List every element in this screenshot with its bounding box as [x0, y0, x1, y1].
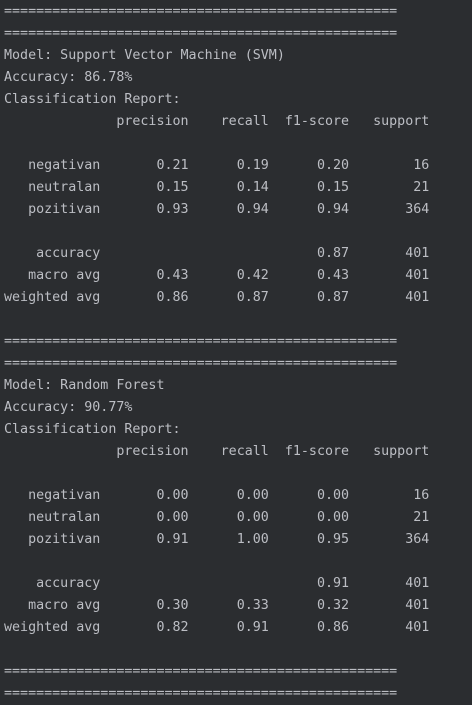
report-title-line: Classification Report:: [4, 92, 181, 107]
report-row-neutralan: neutralan 0.00 0.00 0.00 21: [4, 510, 430, 525]
report-row-pozitivan: pozitivan 0.93 0.94 0.94 364: [4, 202, 430, 217]
separator-line: ========================================…: [4, 26, 398, 41]
console-output-panel: ========================================…: [0, 0, 472, 705]
separator-line: ========================================…: [4, 334, 398, 349]
report-header-line: precision recall f1-score support: [4, 114, 430, 129]
report-row-accuracy: accuracy 0.87 401: [4, 246, 430, 261]
separator-line: ========================================…: [4, 356, 398, 371]
report-row-negativan: negativan 0.21 0.19 0.20 16: [4, 158, 430, 173]
model-name-line: Model: Support Vector Machine (SVM): [4, 48, 285, 63]
report-title-line: Classification Report:: [4, 422, 181, 437]
report-row-negativan: negativan 0.00 0.00 0.00 16: [4, 488, 430, 503]
report-row-accuracy: accuracy 0.91 401: [4, 576, 430, 591]
separator-line: ========================================…: [4, 664, 398, 679]
separator-line: ========================================…: [4, 686, 398, 701]
report-row-macro-avg: macro avg 0.43 0.42 0.43 401: [4, 268, 430, 283]
report-row-macro-avg: macro avg 0.30 0.33 0.32 401: [4, 598, 430, 613]
accuracy-line: Accuracy: 90.77%: [4, 400, 133, 415]
accuracy-line: Accuracy: 86.78%: [4, 70, 133, 85]
model-name-line: Model: Random Forest: [4, 378, 165, 393]
report-row-neutralan: neutralan 0.15 0.14 0.15 21: [4, 180, 430, 195]
console-output-text: ========================================…: [0, 0, 472, 705]
report-row-weighted-avg: weighted avg 0.86 0.87 0.87 401: [4, 290, 430, 305]
report-row-weighted-avg: weighted avg 0.82 0.91 0.86 401: [4, 620, 430, 635]
report-header-line: precision recall f1-score support: [4, 444, 430, 459]
report-row-pozitivan: pozitivan 0.91 1.00 0.95 364: [4, 532, 430, 547]
separator-line: ========================================…: [4, 4, 398, 19]
